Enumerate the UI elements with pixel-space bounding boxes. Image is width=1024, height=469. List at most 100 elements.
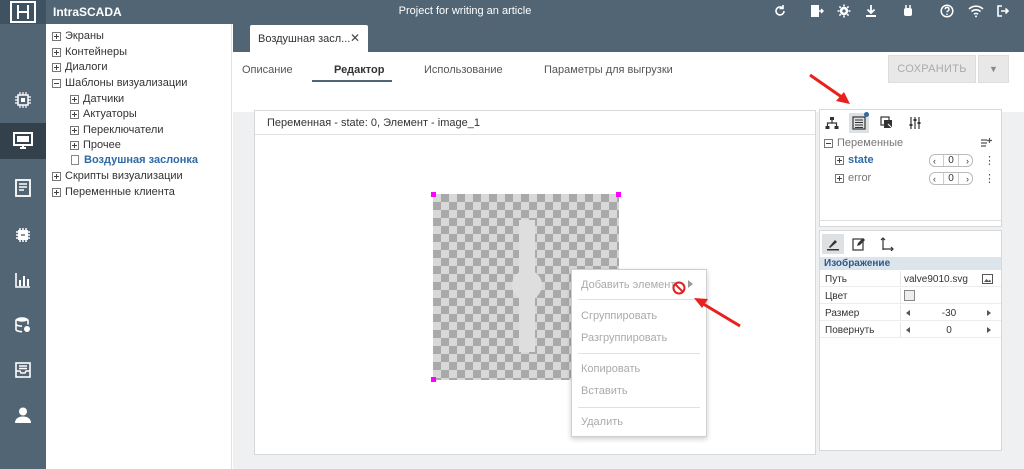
tab-export-params[interactable]: Параметры для выгрузки <box>544 64 673 76</box>
submenu-arrow-icon <box>688 280 693 288</box>
tree-item-scripts[interactable]: Скрипты визуализации <box>52 170 183 182</box>
collapse-icon[interactable] <box>824 138 833 148</box>
tree-item-screens[interactable]: Экраны <box>52 30 104 42</box>
tab-editor[interactable]: Редактор <box>334 64 384 76</box>
more-options-icon[interactable]: ⋮ <box>984 154 995 167</box>
more-options-icon[interactable]: ⋮ <box>984 172 995 185</box>
rail-database[interactable] <box>0 307 46 343</box>
menu-item-add-element[interactable]: Добавить элемент <box>581 279 675 291</box>
increment-icon[interactable]: › <box>966 174 969 184</box>
tree-item-air-damper[interactable]: Воздушная заслонка <box>71 154 198 166</box>
image-picker-icon[interactable] <box>982 274 993 284</box>
settings-sliders-tool[interactable] <box>905 113 925 133</box>
layers-tool[interactable] <box>877 113 897 133</box>
variables-header[interactable]: Переменные <box>824 137 903 149</box>
menu-item-group[interactable]: Сгруппировать <box>581 310 657 322</box>
tree-view-tool[interactable] <box>822 113 842 133</box>
logout-icon[interactable] <box>996 4 1012 20</box>
edit-icon <box>852 238 865 251</box>
document-icon <box>15 179 31 197</box>
decrement-icon[interactable]: ‹ <box>933 156 936 166</box>
chip-icon <box>16 228 30 242</box>
tab-usage[interactable]: Использование <box>424 64 503 76</box>
tree-item-sensors[interactable]: Датчики <box>70 93 124 105</box>
resize-handle-tr[interactable] <box>616 192 621 197</box>
properties-panel: Изображение Путь valve9010.svg Цвет Разм… <box>819 230 1002 451</box>
gear-icon[interactable] <box>837 4 853 20</box>
expand-icon[interactable] <box>70 125 79 135</box>
expand-icon[interactable] <box>52 31 61 41</box>
download-icon[interactable] <box>864 4 880 20</box>
property-row-rotate[interactable]: Повернуть 0 <box>820 322 1001 338</box>
rail-processor[interactable] <box>0 82 46 118</box>
variable-row-state[interactable]: state <box>835 154 928 166</box>
tree-item-dialogs[interactable]: Диалоги <box>52 61 108 73</box>
rail-screens[interactable] <box>0 123 46 159</box>
resize-handle-tl[interactable] <box>431 192 436 197</box>
project-title: Project for writing an article <box>398 5 532 17</box>
tab-appearance[interactable] <box>822 234 844 254</box>
variable-state-stepper[interactable]: ‹ 0 › <box>929 154 973 167</box>
property-row-size[interactable]: Размер -30 <box>820 305 1001 321</box>
tree-item-other[interactable]: Прочее <box>70 139 121 151</box>
document-tab-label: Воздушная засл... <box>258 33 351 45</box>
save-dropdown-button[interactable]: ▼ <box>978 55 1009 83</box>
variable-error-stepper[interactable]: ‹ 0 › <box>929 172 973 185</box>
sliders-icon <box>909 117 921 129</box>
increment-icon[interactable]: › <box>966 156 969 166</box>
document-tab[interactable]: Воздушная засл... ✕ <box>250 25 368 52</box>
tree-item-templates[interactable]: Шаблоны визуализации <box>52 77 187 89</box>
decrement-icon[interactable] <box>906 327 910 333</box>
tab-description[interactable]: Описание <box>242 64 293 76</box>
resize-handle-bl[interactable] <box>431 377 436 382</box>
color-checkbox[interactable] <box>904 290 915 301</box>
expand-icon[interactable] <box>70 94 79 104</box>
export-icon[interactable] <box>810 4 826 20</box>
decrement-icon[interactable]: ‹ <box>933 174 936 184</box>
menu-item-paste[interactable]: Вставить <box>581 385 628 397</box>
expand-icon[interactable] <box>70 109 79 119</box>
property-key: Путь <box>825 274 847 285</box>
context-menu: Добавить элемент Сгруппировать Разгруппи… <box>571 269 707 437</box>
rail-archive[interactable] <box>0 352 46 388</box>
plugin-icon[interactable] <box>901 4 917 20</box>
rail-documents[interactable] <box>0 170 46 206</box>
menu-item-delete[interactable]: Удалить <box>581 416 623 428</box>
property-row-path[interactable]: Путь valve9010.svg <box>820 271 1001 287</box>
expand-icon[interactable] <box>835 155 844 165</box>
variables-list-tool[interactable] <box>849 112 869 133</box>
rail-charts[interactable] <box>0 262 46 298</box>
tree-item-containers[interactable]: Контейнеры <box>52 46 127 58</box>
expand-icon[interactable] <box>70 140 79 150</box>
add-variable-icon[interactable] <box>980 137 992 149</box>
refresh-icon[interactable] <box>773 4 789 20</box>
menu-item-ungroup[interactable]: Разгруппировать <box>581 332 667 344</box>
increment-icon[interactable] <box>987 327 991 333</box>
expand-icon[interactable] <box>52 187 61 197</box>
collapse-icon[interactable] <box>52 78 61 88</box>
rail-chip[interactable] <box>0 217 46 253</box>
tree-item-actuators[interactable]: Актуаторы <box>70 108 137 120</box>
tree-item-switches[interactable]: Переключатели <box>70 124 163 136</box>
expand-icon[interactable] <box>52 62 61 72</box>
decrement-icon[interactable] <box>906 310 910 316</box>
user-icon <box>15 407 31 423</box>
tab-edit[interactable] <box>848 234 870 254</box>
wifi-icon[interactable] <box>968 4 984 20</box>
expand-icon[interactable] <box>52 47 61 57</box>
increment-icon[interactable] <box>987 310 991 316</box>
property-row-color[interactable]: Цвет <box>820 288 1001 304</box>
tree-label: Скрипты визуализации <box>65 170 183 182</box>
variable-row-error[interactable]: error <box>835 172 928 184</box>
rail-user[interactable] <box>0 397 46 433</box>
tree-item-client-vars[interactable]: Переменные клиента <box>52 186 175 198</box>
save-button[interactable]: СОХРАНИТЬ <box>888 55 976 83</box>
expand-icon[interactable] <box>52 171 61 181</box>
close-icon[interactable]: ✕ <box>350 31 360 45</box>
editor-canvas-panel: Переменная - state: 0, Элемент - image_1 <box>254 110 816 455</box>
tab-transform[interactable] <box>876 234 898 254</box>
menu-item-copy[interactable]: Копировать <box>581 363 640 375</box>
help-icon[interactable] <box>940 4 956 20</box>
variable-value: 0 <box>943 155 959 166</box>
expand-icon[interactable] <box>835 173 844 183</box>
